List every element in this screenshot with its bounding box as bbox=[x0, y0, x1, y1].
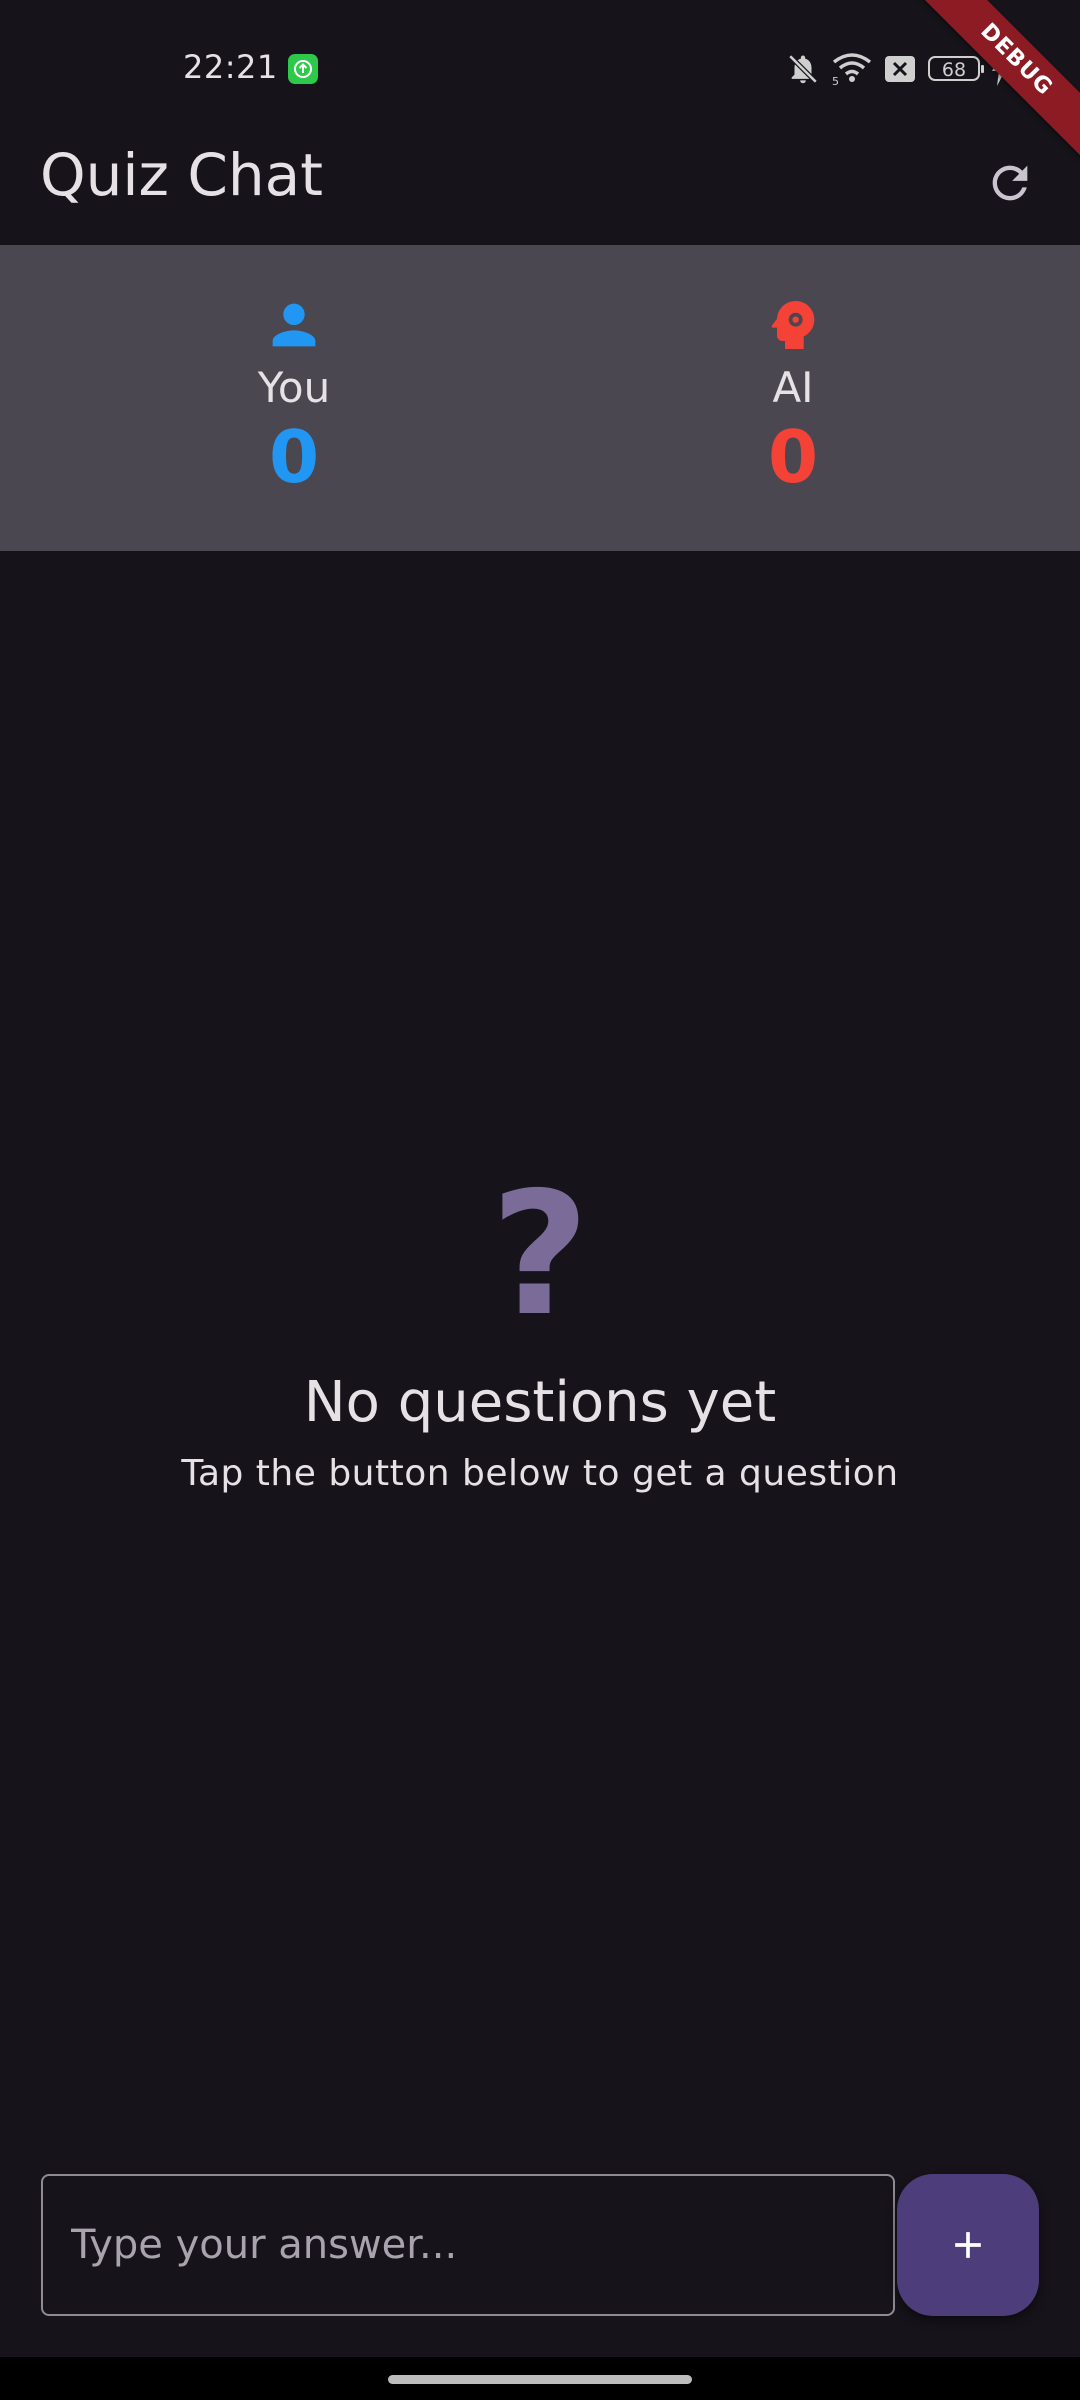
refresh-icon bbox=[992, 165, 1028, 201]
system-nav-bar bbox=[0, 2357, 1080, 2400]
wifi-icon: 5 bbox=[832, 53, 872, 86]
home-gesture-handle[interactable] bbox=[388, 2375, 692, 2384]
bell-off-icon bbox=[788, 54, 818, 84]
get-question-button[interactable] bbox=[897, 2174, 1039, 2316]
page-title: Quiz Chat bbox=[40, 141, 323, 209]
psychology-icon bbox=[771, 301, 815, 349]
question-mark-icon: ? bbox=[490, 1156, 590, 1354]
battery-icon: 68 bbox=[928, 56, 984, 81]
person-icon bbox=[272, 303, 316, 347]
score-ai-value: 0 bbox=[767, 415, 819, 499]
app-screen: 22:21 5 68 DEBUG Quiz Chat You 0 AI 0 ? … bbox=[0, 0, 1080, 2357]
svg-text:5: 5 bbox=[832, 75, 839, 86]
empty-state-title: No questions yet bbox=[303, 1370, 777, 1435]
score-you: You 0 bbox=[144, 245, 444, 551]
status-time: 22:21 bbox=[183, 48, 278, 86]
status-bar: 22:21 5 68 bbox=[0, 0, 1080, 137]
sim-off-icon bbox=[885, 56, 915, 82]
app-bar: Quiz Chat bbox=[0, 137, 1080, 245]
battery-level: 68 bbox=[941, 59, 967, 81]
refresh-button[interactable] bbox=[970, 143, 1050, 223]
upload-app-icon bbox=[288, 54, 318, 84]
score-you-label: You bbox=[257, 363, 331, 412]
score-you-value: 0 bbox=[268, 415, 320, 499]
add-icon bbox=[955, 2232, 981, 2258]
empty-state-subtitle: Tap the button below to get a question bbox=[181, 1453, 899, 1494]
answer-input[interactable] bbox=[41, 2174, 895, 2316]
score-panel: You 0 AI 0 bbox=[0, 245, 1080, 551]
score-ai-label: AI bbox=[772, 363, 814, 412]
score-ai: AI 0 bbox=[643, 245, 943, 551]
empty-state: ? No questions yet Tap the button below … bbox=[0, 1170, 1080, 1494]
